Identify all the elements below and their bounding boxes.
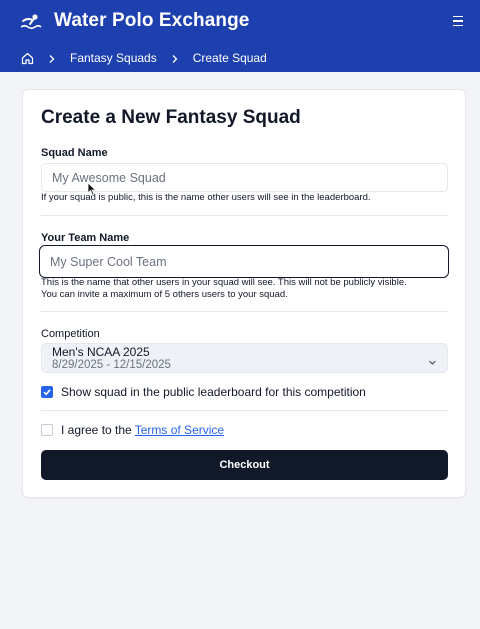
swimmer-logo-icon [20,8,42,34]
divider [41,311,448,312]
app-title: Water Polo Exchange [54,10,250,31]
competition-select[interactable]: Men's NCAA 2025 8/29/2025 - 12/15/2025 [41,343,448,373]
breadcrumb-create-squad: Create Squad [192,51,267,65]
mouse-cursor-icon [87,182,97,196]
squad-name-label: Squad Name [41,147,108,159]
hamburger-menu-icon[interactable] [453,14,463,28]
checkout-button[interactable]: Checkout [41,450,448,480]
breadcrumb-fantasy-squads[interactable]: Fantasy Squads [70,51,157,65]
public-leaderboard-checkbox[interactable] [41,386,53,398]
competition-selected-dates: 8/29/2025 - 12/15/2025 [52,359,171,371]
chevron-right-icon [48,53,56,63]
competition-label: Competition [41,328,100,340]
chevron-right-icon [171,53,179,63]
terms-label: I agree to the [61,423,132,437]
competition-selected-name: Men's NCAA 2025 [52,345,150,359]
app-header: Water Polo Exchange Fantasy Squads Creat… [0,0,480,72]
home-icon[interactable] [21,52,34,65]
brand[interactable]: Water Polo Exchange [20,8,249,34]
team-name-invite-help: You can invite a maximum of 5 others use… [41,289,288,300]
public-leaderboard-row: Show squad in the public leaderboard for… [41,385,366,399]
team-name-label: Your Team Name [41,232,130,244]
create-squad-card: Create a New Fantasy Squad Squad Name If… [22,89,466,498]
team-name-help: This is the name that other users in you… [41,277,407,288]
terms-row: I agree to the Terms of Service [41,423,224,437]
breadcrumb: Fantasy Squads Create Squad [21,51,281,65]
squad-name-input[interactable] [41,163,448,192]
page-title: Create a New Fantasy Squad [41,107,301,128]
chevron-down-icon [428,354,437,365]
team-name-input[interactable] [39,245,449,278]
public-leaderboard-label: Show squad in the public leaderboard for… [61,385,366,399]
terms-checkbox[interactable] [41,424,53,436]
terms-of-service-link[interactable]: Terms of Service [135,423,224,437]
divider [41,410,448,411]
divider [41,215,448,216]
